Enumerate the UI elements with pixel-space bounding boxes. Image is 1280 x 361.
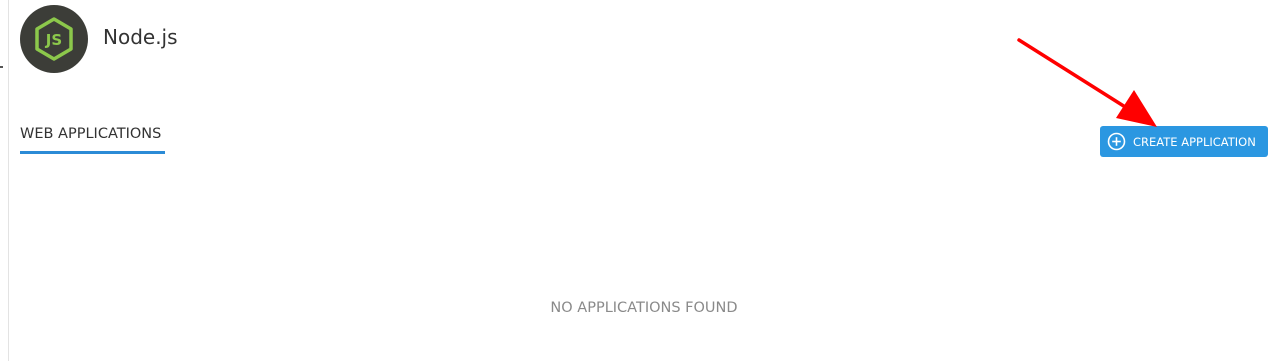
active-tab-indicator <box>20 151 165 154</box>
plus-circle-icon <box>1107 132 1126 151</box>
tab-label: WEB APPLICATIONS <box>20 126 162 142</box>
create-application-label: CREATE APPLICATION <box>1133 134 1256 149</box>
page-title: Node.js <box>103 25 178 49</box>
tab-web-applications[interactable]: WEB APPLICATIONS <box>20 124 165 154</box>
nodejs-logo-icon: JS <box>20 5 88 73</box>
annotation-arrow-icon <box>1017 38 1157 127</box>
page: JS Node.js WEB APPLICATIONS CREATE APPLI… <box>0 0 1280 361</box>
panel-edge-tick <box>0 66 3 68</box>
empty-state-message: NO APPLICATIONS FOUND <box>550 300 738 316</box>
svg-text:JS: JS <box>45 31 62 49</box>
